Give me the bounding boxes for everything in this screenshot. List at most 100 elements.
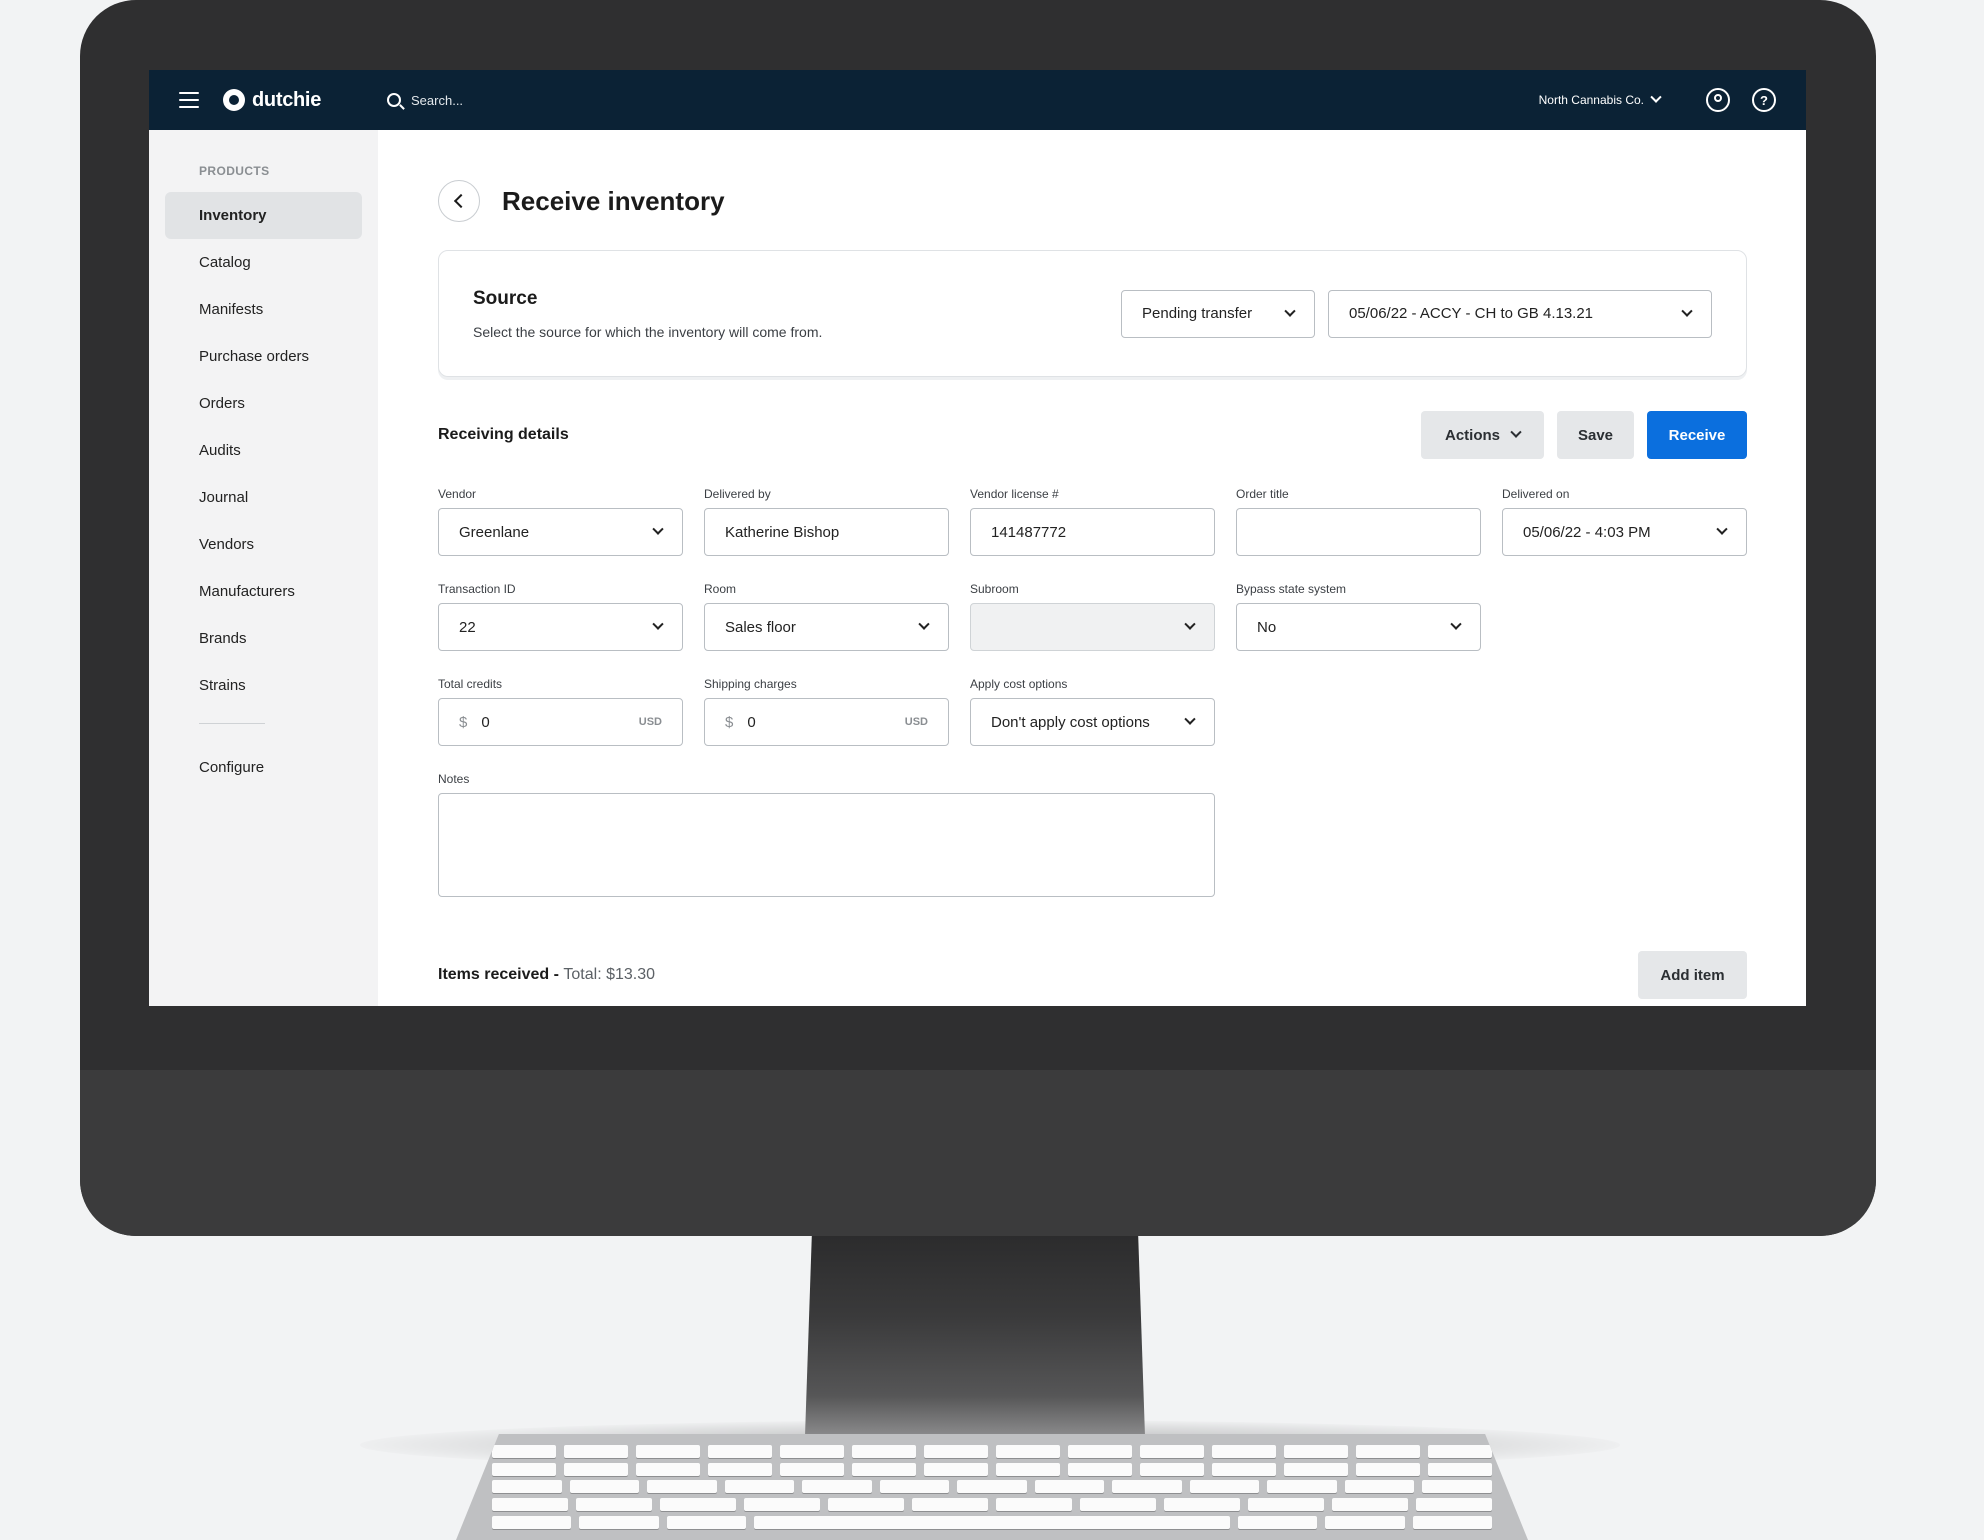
bypass-state-value: No bbox=[1257, 618, 1277, 636]
help-icon[interactable]: ? bbox=[1752, 88, 1776, 112]
delivered-on-field: Delivered on 05/06/22 - 4:03 PM bbox=[1502, 487, 1747, 556]
menu-icon[interactable] bbox=[179, 92, 199, 108]
sidebar-item-manifests[interactable]: Manifests bbox=[165, 286, 362, 333]
vendor-label: Vendor bbox=[438, 487, 477, 501]
sidebar-item-brands[interactable]: Brands bbox=[165, 615, 362, 662]
receiving-form: Vendor Greenlane Delivered by Katherine … bbox=[438, 487, 1747, 923]
chevron-down-icon bbox=[1510, 426, 1522, 438]
total-credits-value: 0 bbox=[481, 713, 490, 731]
search-bar[interactable]: Search... bbox=[387, 93, 463, 108]
sidebar-item-audits[interactable]: Audits bbox=[165, 427, 362, 474]
items-received-title: Items received bbox=[438, 966, 550, 983]
add-item-button[interactable]: Add item bbox=[1638, 951, 1747, 999]
vendor-license-label: Vendor license # bbox=[970, 487, 1059, 501]
vendor-license-input[interactable]: 141487772 bbox=[970, 508, 1215, 556]
order-title-input[interactable] bbox=[1236, 508, 1481, 556]
chevron-down-icon bbox=[652, 618, 664, 630]
monitor-stand bbox=[805, 1236, 1145, 1436]
source-type-value: Pending transfer bbox=[1142, 305, 1253, 322]
transaction-id-label: Transaction ID bbox=[438, 582, 516, 596]
order-title-field: Order title bbox=[1236, 487, 1481, 556]
sidebar-item-inventory[interactable]: Inventory bbox=[165, 192, 362, 239]
sidebar-item-manufacturers[interactable]: Manufacturers bbox=[165, 568, 362, 615]
room-select[interactable]: Sales floor bbox=[704, 603, 949, 651]
org-name: North Cannabis Co. bbox=[1538, 93, 1644, 107]
room-label: Room bbox=[704, 582, 737, 596]
transaction-id-value: 22 bbox=[459, 618, 476, 636]
shipping-charges-input[interactable]: $ 0 USD bbox=[704, 698, 949, 746]
transaction-id-field: Transaction ID 22 bbox=[438, 582, 683, 651]
save-button[interactable]: Save bbox=[1557, 411, 1634, 459]
sidebar-item-catalog[interactable]: Catalog bbox=[165, 239, 362, 286]
delivered-by-field: Delivered by Katherine Bishop bbox=[704, 487, 949, 556]
sidebar-item-journal[interactable]: Journal bbox=[165, 474, 362, 521]
receiving-details-title: Receiving details bbox=[438, 426, 569, 443]
chevron-down-icon bbox=[1650, 91, 1662, 103]
chevron-left-icon bbox=[453, 193, 469, 209]
sidebar-item-vendors[interactable]: Vendors bbox=[165, 521, 362, 568]
chevron-down-icon bbox=[1716, 523, 1728, 535]
room-field: Room Sales floor bbox=[704, 582, 949, 651]
delivered-on-label: Delivered on bbox=[1502, 487, 1570, 501]
transaction-id-select[interactable]: 22 bbox=[438, 603, 683, 651]
bypass-state-label: Bypass state system bbox=[1236, 582, 1347, 596]
apply-cost-select[interactable]: Don't apply cost options bbox=[970, 698, 1215, 746]
subroom-field: Subroom bbox=[970, 582, 1215, 651]
actions-button[interactable]: Actions bbox=[1421, 411, 1544, 459]
items-received-heading: Items received - Total: $13.30 bbox=[438, 966, 1638, 984]
items-received-row: Items received - Total: $13.30 Add item bbox=[438, 951, 1747, 999]
apply-cost-label: Apply cost options bbox=[970, 677, 1068, 691]
currency-unit: USD bbox=[638, 716, 662, 728]
user-account-icon[interactable] bbox=[1706, 88, 1730, 112]
items-total: Total: $13.30 bbox=[563, 966, 656, 983]
delivered-by-label: Delivered by bbox=[704, 487, 771, 501]
dollar-sign: $ bbox=[459, 713, 468, 731]
chevron-down-icon bbox=[1284, 305, 1296, 317]
delivered-by-input[interactable]: Katherine Bishop bbox=[704, 508, 949, 556]
back-button[interactable] bbox=[438, 180, 480, 222]
sidebar-item-purchase-orders[interactable]: Purchase orders bbox=[165, 333, 362, 380]
currency-unit: USD bbox=[904, 716, 928, 728]
sidebar: PRODUCTS Inventory Catalog Manifests Pur… bbox=[149, 130, 378, 1006]
delivered-on-value: 05/06/22 - 4:03 PM bbox=[1523, 523, 1651, 541]
source-transfer-select[interactable]: 05/06/22 - ACCY - CH to GB 4.13.21 bbox=[1328, 289, 1712, 338]
chevron-down-icon bbox=[1450, 618, 1462, 630]
bypass-state-select[interactable]: No bbox=[1236, 603, 1481, 651]
actions-label: Actions bbox=[1444, 426, 1500, 444]
source-transfer-value: 05/06/22 - ACCY - CH to GB 4.13.21 bbox=[1349, 305, 1594, 322]
search-placeholder: Search... bbox=[411, 92, 464, 108]
vendor-value: Greenlane bbox=[459, 523, 530, 541]
top-nav-bar: dutchie Search... North Cannabis Co. ? bbox=[149, 70, 1806, 130]
org-switcher[interactable]: North Cannabis Co. bbox=[1538, 91, 1662, 107]
main-content: Receive inventory Source Select the sour… bbox=[378, 130, 1806, 1006]
chevron-down-icon bbox=[652, 523, 664, 535]
dutchie-logo[interactable]: dutchie bbox=[223, 89, 321, 112]
delivered-on-select[interactable]: 05/06/22 - 4:03 PM bbox=[1502, 508, 1747, 556]
room-value: Sales floor bbox=[725, 618, 796, 636]
subroom-label: Subroom bbox=[970, 582, 1019, 596]
source-type-select[interactable]: Pending transfer bbox=[1121, 289, 1315, 338]
bypass-state-field: Bypass state system No bbox=[1236, 582, 1481, 651]
sidebar-item-orders[interactable]: Orders bbox=[165, 380, 362, 427]
source-card: Source Select the source for which the i… bbox=[438, 250, 1747, 377]
chevron-down-icon bbox=[918, 618, 930, 630]
notes-textarea[interactable] bbox=[438, 793, 1215, 897]
sidebar-section-label: PRODUCTS bbox=[199, 164, 270, 178]
dollar-sign: $ bbox=[725, 713, 734, 731]
receive-button[interactable]: Receive bbox=[1647, 411, 1747, 459]
source-description: Select the source for which the inventor… bbox=[473, 323, 823, 340]
sidebar-item-configure[interactable]: Configure bbox=[165, 744, 362, 791]
total-credits-input[interactable]: $ 0 USD bbox=[438, 698, 683, 746]
vendor-select[interactable]: Greenlane bbox=[438, 508, 683, 556]
notes-label: Notes bbox=[438, 772, 470, 786]
apply-cost-field: Apply cost options Don't apply cost opti… bbox=[970, 677, 1215, 746]
items-separator: - bbox=[549, 966, 564, 983]
shipping-charges-label: Shipping charges bbox=[704, 677, 797, 691]
subroom-select[interactable] bbox=[970, 603, 1215, 651]
sidebar-item-strains[interactable]: Strains bbox=[165, 662, 362, 709]
total-credits-label: Total credits bbox=[438, 677, 503, 691]
shipping-charges-field: Shipping charges $ 0 USD bbox=[704, 677, 949, 746]
search-icon bbox=[387, 93, 402, 107]
source-title: Source bbox=[473, 287, 538, 309]
app-screen: dutchie Search... North Cannabis Co. ? P… bbox=[149, 70, 1806, 1006]
